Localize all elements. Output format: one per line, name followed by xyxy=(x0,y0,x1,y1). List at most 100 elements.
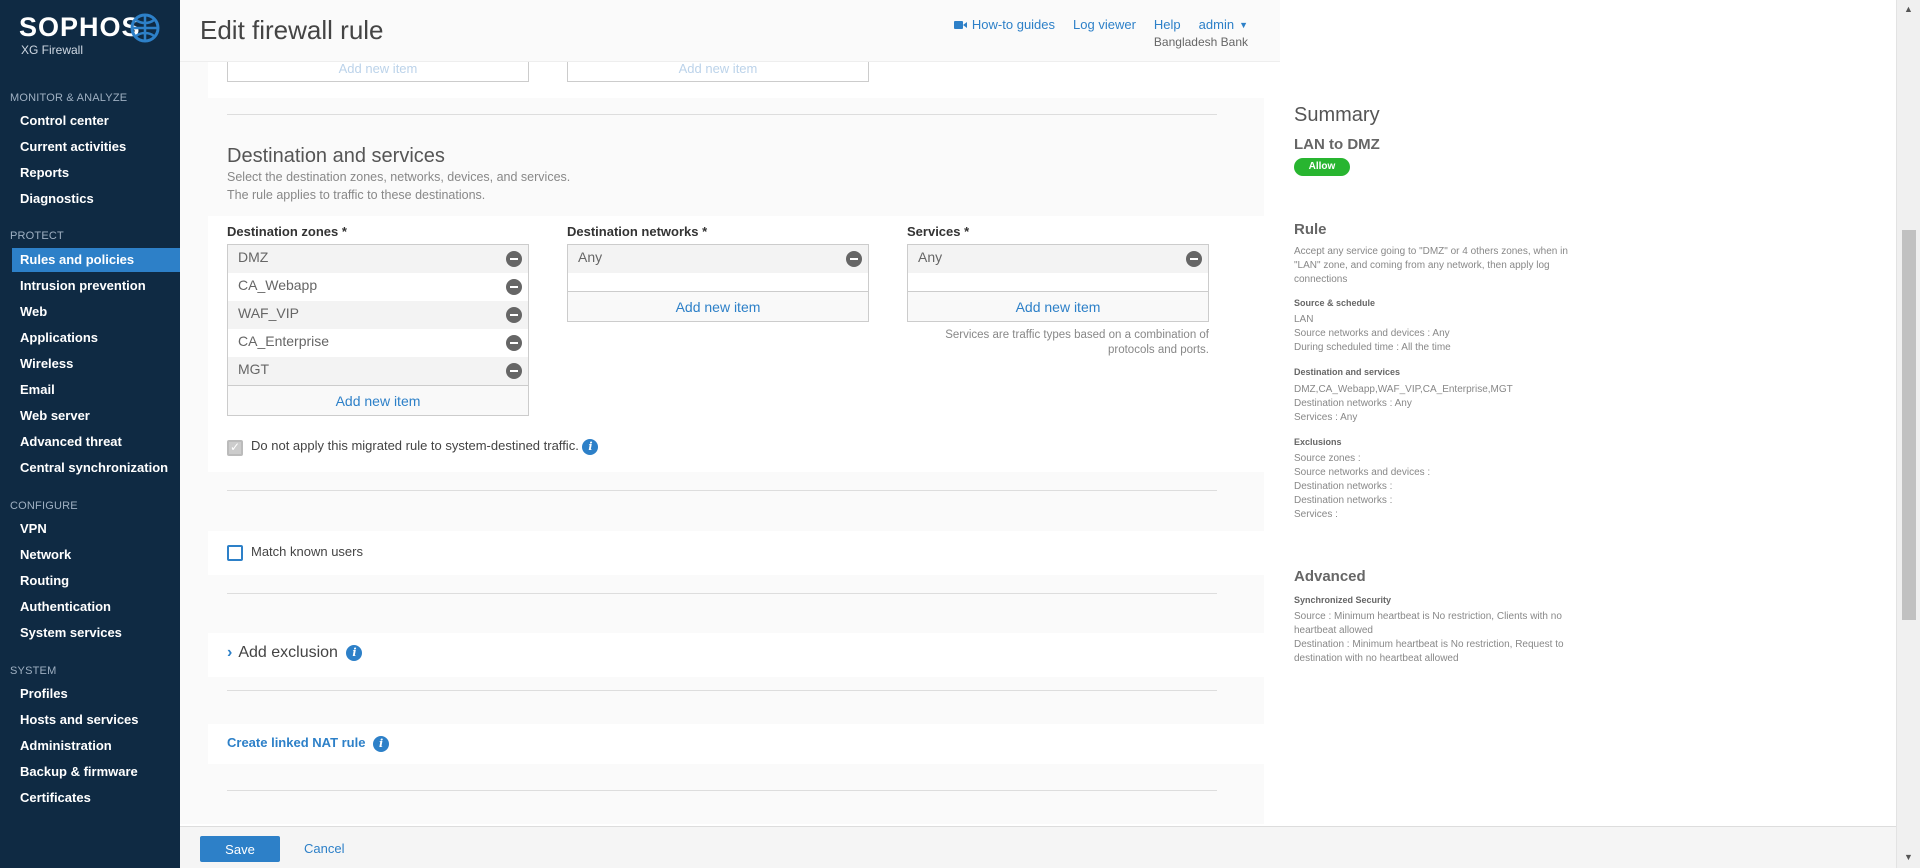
services-label: Services * xyxy=(907,224,970,239)
info-icon[interactable]: i xyxy=(373,735,390,752)
sidebar-item-applications[interactable]: Applications xyxy=(12,326,180,350)
summary-rule-name: LAN to DMZ xyxy=(1294,136,1380,153)
summary-source-line: Source networks and devices : Any xyxy=(1294,328,1450,339)
services-hint: Services are traffic types based on a co… xyxy=(907,328,1209,358)
sidebar-item-email[interactable]: Email xyxy=(12,378,180,402)
migrated-rule-checkbox[interactable] xyxy=(227,440,243,456)
services-list: Any Add new item xyxy=(907,244,1209,322)
how-to-guides-label: How-to guides xyxy=(971,17,1056,32)
summary-excl-line: Destination networks : xyxy=(1294,481,1393,492)
list-item: Any xyxy=(568,245,868,273)
add-zone-button[interactable]: Add new item xyxy=(228,385,528,415)
nav-section-configure: CONFIGURE xyxy=(10,500,78,512)
nav-section-monitor: MONITOR & ANALYZE xyxy=(10,92,128,104)
sidebar-item-hosts-and-services[interactable]: Hosts and services xyxy=(12,708,180,732)
add-exclusion-toggle[interactable]: › Add exclusion i xyxy=(227,644,363,662)
user-menu[interactable]: admin ▼ xyxy=(1199,17,1248,32)
sidebar-item-vpn[interactable]: VPN xyxy=(12,517,180,541)
sidebar-item-authentication[interactable]: Authentication xyxy=(12,595,180,619)
create-nat-rule-link[interactable]: Create linked NAT rule i xyxy=(227,735,390,752)
list-item: CA_Enterprise xyxy=(228,329,528,357)
sidebar-item-system-services[interactable]: System services xyxy=(12,621,180,645)
remove-icon[interactable] xyxy=(1186,251,1202,267)
scrollbar[interactable]: ▲ ▼ xyxy=(1896,0,1920,868)
summary-excl-line: Services : xyxy=(1294,509,1338,520)
remove-icon[interactable] xyxy=(506,335,522,351)
info-icon[interactable]: i xyxy=(346,644,363,661)
summary-excl-line: Source networks and devices : xyxy=(1294,467,1431,478)
network-name: Any xyxy=(578,249,603,265)
sidebar-item-profiles[interactable]: Profiles xyxy=(12,682,180,706)
scroll-thumb[interactable] xyxy=(1902,230,1916,620)
help-link[interactable]: Help xyxy=(1154,17,1181,32)
add-exclusion-label: Add exclusion xyxy=(238,644,338,661)
main-content: Add new item Add new item Destination an… xyxy=(180,62,1264,824)
zone-name: MGT xyxy=(238,361,270,377)
migrated-rule-label: Do not apply this migrated rule to syste… xyxy=(251,438,599,455)
destination-desc-1: Select the destination zones, networks, … xyxy=(227,170,571,184)
remove-icon[interactable] xyxy=(506,307,522,323)
remove-icon[interactable] xyxy=(506,363,522,379)
product-name: XG Firewall xyxy=(21,43,84,57)
globe-icon xyxy=(130,13,160,43)
info-icon[interactable]: i xyxy=(582,438,599,455)
brand-name: SOPHOS xyxy=(19,12,141,42)
sidebar-item-control-center[interactable]: Control center xyxy=(12,109,180,133)
sidebar-item-certificates[interactable]: Certificates xyxy=(12,786,180,810)
add-item-button-stub-right[interactable]: Add new item xyxy=(567,62,869,82)
sidebar: SOPHOS XG Firewall MONITOR & ANALYZE Con… xyxy=(0,0,180,868)
list-item: CA_Webapp xyxy=(228,273,528,301)
chevron-right-icon: › xyxy=(227,644,233,661)
sophos-logo[interactable]: SOPHOS XG Firewall xyxy=(19,12,169,60)
how-to-guides-link[interactable]: How-to guides xyxy=(953,17,1056,32)
divider xyxy=(227,790,1217,791)
summary-source-heading: Source & schedule xyxy=(1294,298,1376,308)
sidebar-item-routing[interactable]: Routing xyxy=(12,569,180,593)
sidebar-item-advanced-threat[interactable]: Advanced threat xyxy=(12,430,180,454)
scroll-up-icon[interactable]: ▲ xyxy=(1904,4,1913,14)
divider xyxy=(227,690,1217,691)
create-nat-rule-label: Create linked NAT rule xyxy=(227,735,366,750)
scroll-down-icon[interactable]: ▼ xyxy=(1904,852,1913,862)
sidebar-item-backup-firmware[interactable]: Backup & firmware xyxy=(12,760,180,784)
sidebar-item-rules-and-policies[interactable]: Rules and policies xyxy=(12,248,180,272)
sidebar-item-web-server[interactable]: Web server xyxy=(12,404,180,428)
summary-excl-heading: Exclusions xyxy=(1294,437,1342,447)
save-button[interactable]: Save xyxy=(200,836,280,862)
migrated-rule-text: Do not apply this migrated rule to syste… xyxy=(251,438,579,453)
destination-zones-label: Destination zones * xyxy=(227,224,347,239)
summary-excl-line: Source zones : xyxy=(1294,453,1361,464)
list-item: DMZ xyxy=(228,245,528,273)
sidebar-item-intrusion-prevention[interactable]: Intrusion prevention xyxy=(12,274,180,298)
zone-name: WAF_VIP xyxy=(238,305,299,321)
sidebar-item-current-activities[interactable]: Current activities xyxy=(12,135,180,159)
list-item: Any xyxy=(908,245,1208,273)
sidebar-item-network[interactable]: Network xyxy=(12,543,180,567)
sidebar-item-web[interactable]: Web xyxy=(12,300,180,324)
remove-icon[interactable] xyxy=(846,251,862,267)
destination-networks-list: Any Add new item xyxy=(567,244,869,322)
nav-section-system: SYSTEM xyxy=(10,665,57,677)
divider xyxy=(227,114,1217,115)
summary-source-line: During scheduled time : All the time xyxy=(1294,342,1451,353)
sidebar-item-administration[interactable]: Administration xyxy=(12,734,180,758)
add-service-button[interactable]: Add new item xyxy=(908,291,1208,321)
log-viewer-link[interactable]: Log viewer xyxy=(1073,17,1136,32)
summary-panel: Summary LAN to DMZ Allow Rule Accept any… xyxy=(1294,0,1584,868)
remove-icon[interactable] xyxy=(506,251,522,267)
zone-name: CA_Webapp xyxy=(238,277,318,293)
match-users-label: Match known users xyxy=(251,544,363,559)
sidebar-item-central-synchronization[interactable]: Central synchronization xyxy=(12,456,180,480)
cancel-button[interactable]: Cancel xyxy=(304,841,344,856)
sidebar-item-diagnostics[interactable]: Diagnostics xyxy=(12,187,180,211)
add-network-button[interactable]: Add new item xyxy=(568,291,868,321)
sidebar-item-wireless[interactable]: Wireless xyxy=(12,352,180,376)
add-item-button-stub-left[interactable]: Add new item xyxy=(227,62,529,82)
footer-bar: Save Cancel xyxy=(180,826,1896,868)
remove-icon[interactable] xyxy=(506,279,522,295)
page-header: Edit firewall rule How-to guides Log vie… xyxy=(180,0,1280,62)
summary-dest-line: Destination networks : Any xyxy=(1294,398,1412,409)
match-users-checkbox[interactable] xyxy=(227,545,243,561)
sidebar-item-reports[interactable]: Reports xyxy=(12,161,180,185)
